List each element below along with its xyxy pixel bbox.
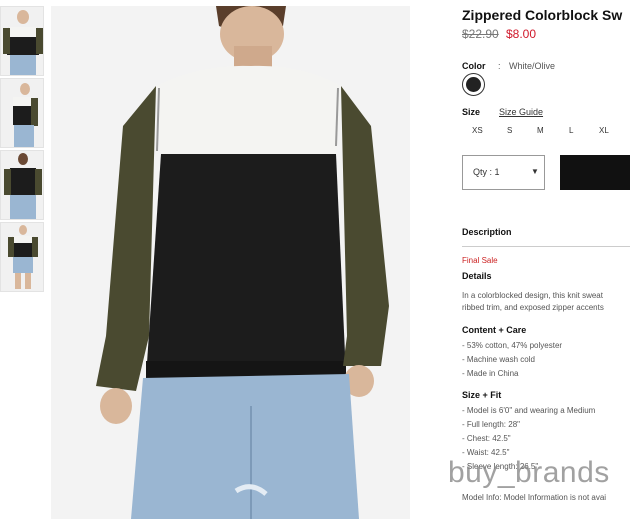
thumbnail-2[interactable] — [0, 78, 44, 148]
size-option-xs[interactable]: XS — [472, 126, 483, 135]
size-label: Size — [462, 107, 481, 117]
product-info-panel: Zippered Colorblock Sw $22.90 $8.00 Colo… — [462, 0, 630, 519]
details-heading: Details — [462, 271, 492, 281]
size-option-l[interactable]: L — [569, 126, 573, 135]
size-fit-heading: Size + Fit — [462, 390, 502, 400]
content-care-heading: Content + Care — [462, 325, 527, 335]
size-options: XS S M L XL — [462, 126, 630, 140]
quantity-select[interactable]: Qty : 1 ▼ — [462, 155, 545, 190]
content-line: - Machine wash cold — [462, 355, 535, 364]
size-guide-link[interactable]: Size Guide — [499, 107, 543, 117]
color-swatch[interactable] — [462, 73, 485, 96]
size-option-xl[interactable]: XL — [599, 126, 609, 135]
sale-price: $8.00 — [506, 27, 537, 41]
thumbnail-1[interactable] — [0, 6, 44, 76]
caret-down-icon: ▼ — [531, 167, 539, 176]
product-title: Zippered Colorblock Sw — [462, 7, 623, 23]
size-fit-line: - Chest: 42.5" — [462, 434, 511, 443]
color-separator: : — [498, 61, 501, 71]
size-option-s[interactable]: S — [507, 126, 512, 135]
content-line: - 53% cotton, 47% polyester — [462, 341, 563, 350]
size-option-m[interactable]: M — [537, 126, 544, 135]
details-line: ribbed trim, and exposed zipper accents — [462, 303, 604, 312]
details-line: In a colorblocked design, this knit swea… — [462, 291, 603, 300]
final-sale-label: Final Sale — [462, 256, 498, 265]
model-info: Model Info: Model Information is not ava… — [462, 493, 607, 502]
add-to-bag-button[interactable] — [560, 155, 630, 190]
thumbnail-4[interactable] — [0, 222, 44, 292]
product-main-image — [51, 6, 410, 519]
color-label: Color — [462, 61, 486, 71]
size-fit-line: - Full length: 28" — [462, 420, 520, 429]
description-divider — [462, 246, 630, 247]
watermark: buy_brands — [448, 456, 610, 489]
color-value: White/Olive — [509, 61, 556, 71]
content-line: - Made in China — [462, 369, 519, 378]
description-heading[interactable]: Description — [462, 227, 512, 237]
original-price: $22.90 — [462, 27, 499, 41]
size-fit-line: - Model is 6'0" and wearing a Medium — [462, 406, 596, 415]
thumbnail-3[interactable] — [0, 150, 44, 220]
color-swatch-fill — [466, 77, 481, 92]
quantity-value: Qty : 1 — [473, 167, 500, 177]
